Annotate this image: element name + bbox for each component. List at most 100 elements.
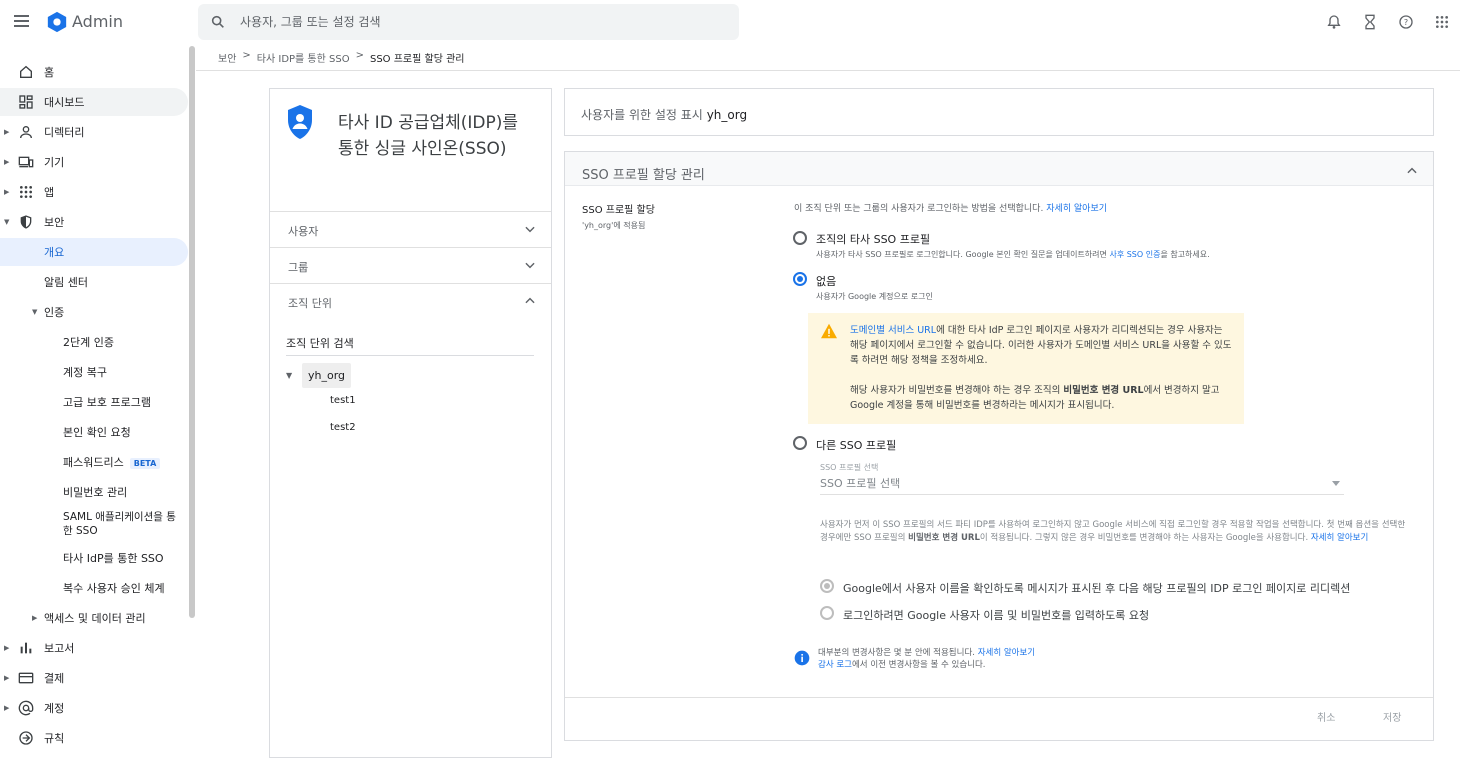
panel-header[interactable]: SSO 프로필 할당 관리: [565, 152, 1433, 186]
breadcrumb: 보안 > 타사 IDP를 통한 SSO > SSO 프로필 할당 관리: [218, 50, 465, 65]
warning-icon: [821, 323, 837, 339]
info-line-1: 대부분의 변경사항은 몇 분 안에 적용됩니다.: [818, 648, 975, 658]
option-org-sso-label: 조직의 타사 SSO 프로필: [816, 233, 931, 246]
sso-profile-select[interactable]: SSO 프로필 선택: [820, 475, 1344, 495]
warning-box: 도메인별 서비스 URL에 대한 타사 IdP 로그인 페이지로 사용자가 리디…: [808, 313, 1244, 424]
org-unit-search[interactable]: [286, 336, 534, 356]
header-divider: [196, 70, 1460, 71]
rules-icon: [19, 731, 33, 745]
learn-more-link[interactable]: 자세히 알아보기: [1311, 533, 1368, 543]
sidebar-item-reports[interactable]: ▶ 보고서: [0, 634, 188, 662]
sidebar-item-saml-sso[interactable]: SAML 애플리케이션을 통한 SSO: [0, 508, 188, 540]
learn-more-link[interactable]: 자세히 알아보기: [1046, 204, 1107, 214]
breadcrumb-current: SSO 프로필 할당 관리: [369, 54, 465, 65]
bell-icon[interactable]: [1324, 12, 1344, 32]
help-icon[interactable]: ?: [1396, 12, 1416, 32]
at-icon: [18, 700, 34, 716]
panel-heading: SSO 프로필 할당 관리: [582, 168, 705, 183]
footer-divider: [565, 697, 1433, 698]
redirect-desc-b: 비밀번호 변경 URL: [908, 533, 980, 543]
save-button[interactable]: 저장: [1383, 709, 1401, 724]
sidebar-item-password-management[interactable]: 비밀번호 관리: [0, 478, 188, 506]
radio-google-password[interactable]: [820, 606, 834, 620]
expand-caret-icon[interactable]: ▶: [4, 128, 9, 136]
search-input[interactable]: [240, 4, 720, 40]
sidebar-item-login-challenge[interactable]: 본인 확인 요청: [0, 418, 188, 446]
radio-redirect-to-idp[interactable]: [820, 579, 834, 593]
sidebar: 홈 대시보드 ▶ 디렉터리 ▶ 기기 ▶ 앱 ▼ 보안 개요 알림 센터 ▼ 인…: [0, 44, 196, 747]
audit-log-link[interactable]: 감사 로그: [818, 660, 852, 670]
option-none-label: 없음: [816, 275, 837, 288]
expand-caret-icon[interactable]: ▶: [4, 644, 9, 652]
post-sso-verification-link[interactable]: 사후 SSO 인증: [1109, 250, 1160, 259]
search-box[interactable]: [198, 4, 739, 40]
sidebar-item-account[interactable]: ▶ 계정: [0, 694, 188, 722]
expand-caret-icon[interactable]: ▶: [4, 704, 9, 712]
radio-none[interactable]: [793, 272, 807, 286]
expand-caret-icon[interactable]: ▶: [4, 674, 9, 682]
info-line-2: 에서 이전 변경사항을 볼 수 있습니다.: [851, 660, 986, 670]
dashboard-icon: [19, 95, 33, 109]
section-org-units[interactable]: 조직 단위: [270, 283, 551, 319]
tree-root-label[interactable]: yh_org: [302, 362, 352, 388]
main-menu-icon[interactable]: [14, 12, 34, 32]
sidebar-item-rules[interactable]: 규칙: [0, 724, 188, 747]
sidebar-item-advanced-protection[interactable]: 고급 보호 프로그램: [0, 388, 188, 416]
hourglass-icon[interactable]: [1360, 12, 1380, 32]
learn-more-link[interactable]: 자세히 알아보기: [978, 648, 1035, 658]
tree-root-item[interactable]: ▼ yh_org: [286, 362, 352, 388]
tree-child-item[interactable]: test2: [330, 422, 356, 433]
section-users-label: 사용자: [288, 225, 319, 238]
option-none-sub: 사용자가 Google 계정으로 로그인: [816, 292, 933, 301]
sidebar-item-overview[interactable]: 개요: [0, 238, 188, 266]
tree-collapse-caret-icon[interactable]: ▼: [286, 371, 302, 380]
top-bar: Admin ?: [0, 0, 1460, 44]
home-icon: [20, 65, 32, 78]
person-icon: [20, 126, 32, 139]
sidebar-item-passwordless[interactable]: 패스워드리스 BETA: [0, 448, 188, 476]
settings-for-org: yh_org: [706, 108, 748, 122]
breadcrumb-security[interactable]: 보안: [218, 50, 236, 65]
option-org-sso-sub: 사용자가 타사 SSO 프로필로 로그인합니다. Google 본인 확인 질문…: [816, 250, 1107, 259]
sidebar-item-security[interactable]: ▼ 보안: [0, 208, 188, 236]
section-groups[interactable]: 그룹: [270, 247, 551, 283]
sidebar-item-directory[interactable]: ▶ 디렉터리: [0, 118, 188, 146]
sidebar-scrollbar[interactable]: [189, 46, 195, 618]
collapse-caret-icon[interactable]: ▼: [32, 308, 37, 316]
collapse-caret-icon[interactable]: ▼: [4, 218, 9, 226]
radio-org-sso-profile[interactable]: [793, 231, 807, 245]
sidebar-item-dashboard[interactable]: 대시보드: [0, 88, 188, 116]
google-password-label: 로그인하려면 Google 사용자 이름 및 비밀번호를 입력하도록 요청: [843, 609, 1150, 622]
tree-child-item[interactable]: test1: [330, 395, 356, 406]
sso-profile-select-label: SSO 프로필 선택: [820, 463, 879, 472]
section-groups-label: 그룹: [288, 261, 309, 274]
cancel-button[interactable]: 취소: [1317, 709, 1335, 724]
redirect-to-idp-label: Google에서 사용자 이름을 확인하도록 메시지가 표시된 후 다음 해당 …: [843, 582, 1351, 595]
sidebar-item-home[interactable]: 홈: [0, 58, 188, 86]
sidebar-item-alert-center[interactable]: 알림 센터: [0, 268, 188, 296]
sidebar-item-apps[interactable]: ▶ 앱: [0, 178, 188, 206]
bar-chart-icon: [20, 642, 32, 654]
chevron-up-icon: [525, 297, 535, 304]
sidebar-item-2sv[interactable]: 2단계 인증: [0, 328, 188, 356]
app-title[interactable]: Admin: [72, 12, 123, 31]
breadcrumb-third-party-sso[interactable]: 타사 IDP를 통한 SSO: [257, 50, 350, 65]
sidebar-item-third-party-idp-sso[interactable]: 타사 IdP를 통한 SSO: [0, 544, 188, 572]
radio-other-sso-profile[interactable]: [793, 436, 807, 450]
expand-caret-icon[interactable]: ▶: [4, 158, 9, 166]
redirect-desc-c: 이 적용됩니다. 그렇지 않은 경우 비밀번호를 변경해야 하는 사용자는 Go…: [979, 533, 1311, 543]
sidebar-item-multi-party-approval[interactable]: 복수 사용자 승인 체계: [0, 574, 188, 602]
sidebar-item-billing[interactable]: ▶ 결제: [0, 664, 188, 692]
domain-service-url-link[interactable]: 도메인별 서비스 URL: [850, 325, 936, 336]
sidebar-item-devices[interactable]: ▶ 기기: [0, 148, 188, 176]
sidebar-item-access-data-control[interactable]: ▶ 액세스 및 데이터 관리: [0, 604, 188, 632]
option-other-sso-label: 다른 SSO 프로필: [816, 439, 897, 452]
expand-caret-icon[interactable]: ▶: [4, 188, 9, 196]
sidebar-item-authentication[interactable]: ▼ 인증: [0, 298, 188, 326]
expand-caret-icon[interactable]: ▶: [32, 614, 37, 622]
apps-grid-icon[interactable]: [1432, 12, 1452, 32]
breadcrumb-separator-icon: >: [355, 50, 364, 61]
sidebar-item-account-recovery[interactable]: 계정 복구: [0, 358, 188, 386]
org-unit-search-input[interactable]: [286, 336, 534, 349]
section-users[interactable]: 사용자: [270, 211, 551, 247]
